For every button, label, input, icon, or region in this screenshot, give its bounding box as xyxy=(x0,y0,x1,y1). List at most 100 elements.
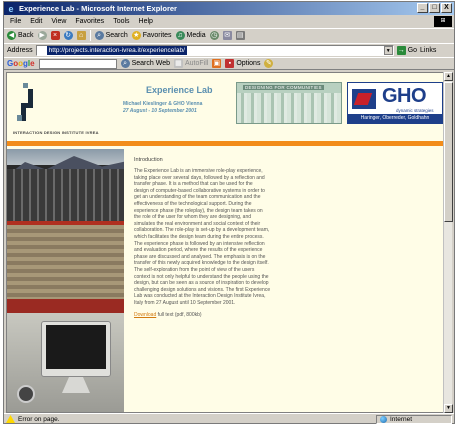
window-controls: _ □ X xyxy=(417,3,452,13)
banner-pattern xyxy=(237,93,341,123)
title-bar: e Experience Lab - Microsoft Internet Ex… xyxy=(4,2,454,15)
status-text[interactable]: Error on page. xyxy=(18,416,60,423)
favorites-star-icon: ★ xyxy=(131,31,141,40)
page-authors: Michael Kieslinger & GHO Vienna xyxy=(123,101,203,107)
designing-communities-banner[interactable]: DESIGNING FOR COMMUNITIES xyxy=(236,82,342,124)
google-search-web-button[interactable]: ⌕ Search Web xyxy=(120,59,170,68)
google-search-input[interactable] xyxy=(38,58,117,69)
popup-blocker-button[interactable]: ▣ xyxy=(212,59,222,68)
favorites-button[interactable]: ★ Favorites xyxy=(131,31,172,40)
address-label: Address xyxy=(7,46,33,54)
highlighter-icon: ✎ xyxy=(264,59,274,68)
refresh-icon: ↻ xyxy=(63,31,73,40)
status-bar: Error on page. Internet xyxy=(4,413,454,424)
media-icon: ♫ xyxy=(175,31,185,40)
autofill-label: AutoFill xyxy=(184,60,209,67)
menu-view[interactable]: View xyxy=(51,18,66,25)
search-icon: ⌕ xyxy=(94,31,104,40)
menu-file[interactable]: File xyxy=(10,18,21,25)
gho-logo-text: GHO xyxy=(382,85,427,107)
scroll-up-icon[interactable]: ▲ xyxy=(444,72,453,81)
maximize-button[interactable]: □ xyxy=(429,3,440,13)
windows-logo-icon: ⊞ xyxy=(434,16,452,27)
institute-logo-area: INTERACTION DESIGN INSTITUTE IVREA xyxy=(7,73,127,141)
media-button[interactable]: ♫ Media xyxy=(175,31,206,40)
photo-column xyxy=(7,149,124,412)
google-logo-letter: e xyxy=(30,59,35,68)
security-zone: Internet xyxy=(376,415,452,424)
scroll-thumb[interactable] xyxy=(444,82,453,222)
download-link[interactable]: Download xyxy=(134,312,156,318)
address-dropdown-icon[interactable]: ▼ xyxy=(383,45,393,55)
google-toolbar: Google ⌕ Search Web ▦ AutoFill ▣ ▪ Optio… xyxy=(4,57,454,70)
orange-divider xyxy=(7,141,445,146)
forward-arrow-icon: ▶ xyxy=(37,31,47,40)
google-autofill-button[interactable]: ▦ AutoFill xyxy=(173,59,209,68)
standard-toolbar: ◀ Back ▶ × ↻ ⌂ ⌕ Search ★ Favorites ♫ Me… xyxy=(4,28,454,42)
download-line: Download full text (pdf, 800kb) xyxy=(134,312,329,318)
address-url-text: http://projects.interaction-ivrea.it/exp… xyxy=(46,45,187,55)
search-label: Search xyxy=(105,32,128,39)
search-web-label: Search Web xyxy=(131,60,170,67)
address-input[interactable]: http://projects.interaction-ivrea.it/exp… xyxy=(35,44,394,56)
photo-terrace xyxy=(7,225,124,305)
autofill-icon: ▦ xyxy=(173,59,183,68)
back-button[interactable]: ◀ Back xyxy=(7,31,34,40)
photo-monitor-screen xyxy=(46,325,106,369)
print-icon: ▤ xyxy=(235,31,245,40)
address-bar: Address http://projects.interaction-ivre… xyxy=(4,43,454,56)
google-logo[interactable]: Google xyxy=(7,59,35,68)
gho-tagline: dynamic strategies xyxy=(396,108,434,113)
window-title: Experience Lab - Microsoft Internet Expl… xyxy=(19,4,177,13)
mail-button[interactable]: ✉ xyxy=(222,31,232,40)
menu-help[interactable]: Help xyxy=(139,18,153,25)
ie-icon: e xyxy=(8,3,14,14)
go-button[interactable]: → Go xyxy=(396,45,417,55)
home-button[interactable]: ⌂ xyxy=(76,31,86,40)
links-label[interactable]: Links xyxy=(420,47,436,54)
institute-name: INTERACTION DESIGN INSTITUTE IVREA xyxy=(13,130,99,135)
go-arrow-icon: → xyxy=(396,45,406,55)
highlight-button[interactable]: ✎ xyxy=(264,59,274,68)
options-label: Options xyxy=(236,60,261,67)
warning-icon[interactable] xyxy=(6,415,15,423)
photo-building xyxy=(7,169,124,229)
gho-logo-icon xyxy=(352,89,376,109)
menu-edit[interactable]: Edit xyxy=(30,18,42,25)
stop-icon: × xyxy=(50,31,60,40)
close-button[interactable]: X xyxy=(441,3,452,13)
menu-bar: File Edit View Favorites Tools Help ⊞ xyxy=(4,16,454,27)
toolbar-separator xyxy=(89,30,91,41)
history-icon: ◷ xyxy=(209,31,219,40)
menu-favorites[interactable]: Favorites xyxy=(75,18,104,25)
page-dates: 27 August - 10 September 2001 xyxy=(123,108,197,114)
intro-body: The Experience Lab is an immersive role-… xyxy=(134,168,271,306)
stop-button[interactable]: × xyxy=(50,31,60,40)
options-icon: ▪ xyxy=(225,59,235,68)
home-icon: ⌂ xyxy=(76,31,86,40)
search-button[interactable]: ⌕ Search xyxy=(94,31,128,40)
page-viewport: INTERACTION DESIGN INSTITUTE IVREA Exper… xyxy=(6,72,446,413)
refresh-button[interactable]: ↻ xyxy=(63,31,73,40)
mail-icon: ✉ xyxy=(222,31,232,40)
media-label: Media xyxy=(186,32,206,39)
favorites-label: Favorites xyxy=(142,32,172,39)
page-title: Experience Lab xyxy=(146,85,213,95)
zone-label: Internet xyxy=(390,416,413,423)
institute-logo-icon xyxy=(17,83,33,121)
search-web-icon: ⌕ xyxy=(120,59,130,68)
history-button[interactable]: ◷ xyxy=(209,31,219,40)
gho-banner[interactable]: GHO dynamic strategies Haringer, Oberred… xyxy=(347,82,443,124)
google-options-button[interactable]: ▪ Options xyxy=(225,59,260,68)
vertical-scrollbar[interactable]: ▲ ▼ xyxy=(443,72,453,413)
print-button[interactable]: ▤ xyxy=(235,31,245,40)
scroll-down-icon[interactable]: ▼ xyxy=(444,404,453,413)
back-arrow-icon: ◀ xyxy=(7,31,16,40)
banner-label: DESIGNING FOR COMMUNITIES xyxy=(243,85,324,90)
popup-blocker-icon: ▣ xyxy=(212,59,222,68)
photo-red-wall xyxy=(7,299,124,313)
minimize-button[interactable]: _ xyxy=(417,3,428,13)
gho-names: Haringer, Oberreder, Goldhahn xyxy=(348,114,442,123)
menu-tools[interactable]: Tools xyxy=(113,18,129,25)
forward-button[interactable]: ▶ xyxy=(37,31,47,40)
